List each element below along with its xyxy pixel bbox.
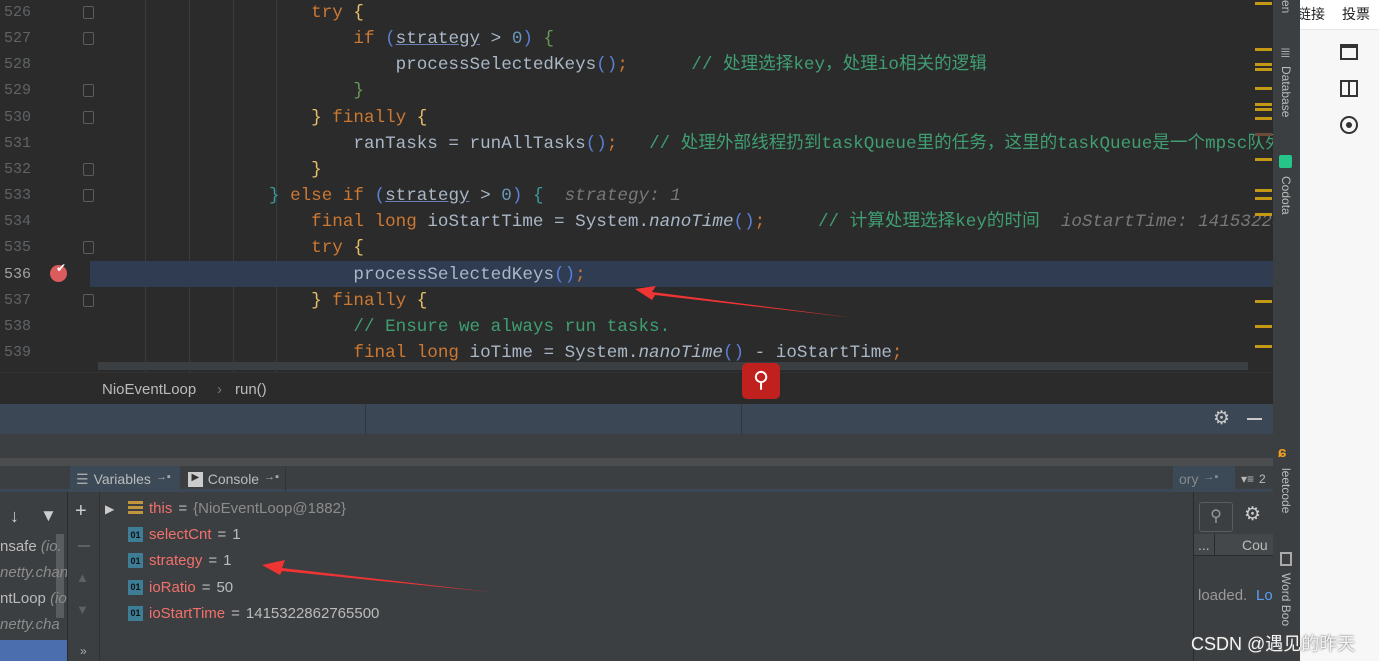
annotation-arrow	[635, 286, 855, 318]
annotation-arrow	[262, 560, 490, 592]
watermark: CSDN @遇见的昨天	[1191, 634, 1356, 654]
annotation-arrows	[262, 286, 855, 592]
